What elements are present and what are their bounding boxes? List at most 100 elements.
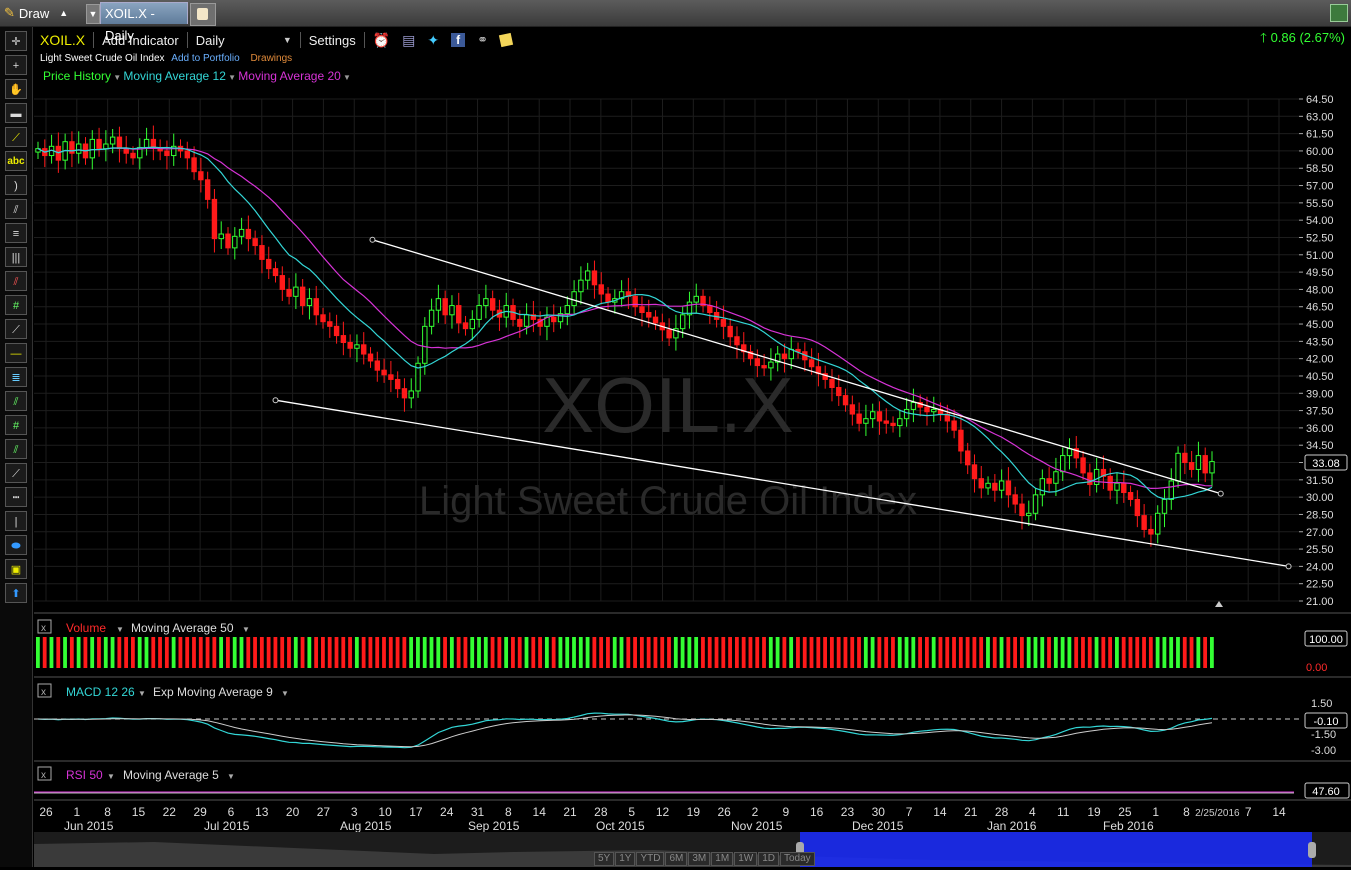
macd-title[interactable]: MACD 12 26: [66, 685, 135, 699]
candle: [903, 408, 910, 420]
compare-icon[interactable]: ▤: [402, 32, 415, 49]
volume-bar: [76, 637, 81, 668]
layout-grid-icon[interactable]: [1330, 4, 1348, 22]
volume-overlay-title[interactable]: Moving Average 50: [131, 621, 234, 635]
eraser-icon[interactable]: ▬: [5, 103, 27, 123]
fan-lines-icon[interactable]: ⟋: [5, 463, 27, 483]
new-tab-button[interactable]: [190, 3, 216, 26]
volume-bar: [158, 637, 162, 668]
volume-bar: [1203, 637, 1208, 668]
volume-bar: [524, 637, 529, 668]
trendline-handle[interactable]: [1285, 563, 1292, 570]
x-month-label: Feb 2016: [1103, 819, 1154, 832]
volume-title[interactable]: Volume: [66, 621, 106, 635]
fibonacci-icon[interactable]: ⫽: [5, 271, 27, 291]
twitter-icon[interactable]: ✦: [427, 32, 439, 49]
volume-bar: [185, 637, 190, 668]
close-icon: x: [41, 623, 46, 634]
range-button-today[interactable]: Today: [779, 852, 815, 866]
andrews-pitchfork-icon[interactable]: ⫽: [5, 391, 27, 411]
range-button-6m[interactable]: 6M: [665, 852, 688, 866]
hand-icon[interactable]: ✋: [5, 79, 27, 99]
symbol-field[interactable]: XOIL.X: [40, 32, 85, 48]
tab-list-dropdown[interactable]: ▼: [86, 4, 100, 24]
range-button-ytd[interactable]: YTD: [636, 852, 665, 866]
range-button-5y[interactable]: 5Y: [594, 852, 615, 866]
draw-menu-button[interactable]: ✎ Draw ▲: [4, 4, 68, 22]
x-tick-label: 1: [73, 805, 80, 819]
candle: [164, 150, 170, 157]
rectangle-icon[interactable]: ▣: [5, 559, 27, 579]
range-button-1w[interactable]: 1W: [734, 852, 758, 866]
pitchfork-icon[interactable]: #: [5, 415, 27, 435]
price-tick-label: 58.50: [1306, 163, 1334, 175]
chart-canvas[interactable]: XOIL.X Light Sweet Crude Oil Index 64.50…: [34, 52, 1351, 832]
fan-icon[interactable]: ⫽: [5, 199, 27, 219]
volume-axis-top: 100.00: [1309, 634, 1343, 646]
x-month-label: Jun 2015: [64, 819, 114, 832]
candle: [116, 136, 123, 150]
candle: [958, 429, 964, 452]
candle: [564, 305, 571, 315]
price-tick-label: 30.00: [1306, 492, 1334, 504]
trendline-handle[interactable]: [272, 397, 279, 404]
vertical-line-icon[interactable]: |: [5, 511, 27, 531]
macd-overlay-title[interactable]: Exp Moving Average 9: [153, 685, 273, 699]
ellipse-icon[interactable]: ⬬: [5, 535, 27, 555]
trendline-handle[interactable]: [1217, 490, 1224, 497]
volume-bar: [986, 637, 990, 668]
candle: [333, 325, 340, 337]
alarm-icon[interactable]: ⏰: [373, 32, 390, 49]
binoculars-icon[interactable]: ⚭: [477, 32, 488, 48]
navigator-selection[interactable]: [800, 832, 1312, 867]
channel-icon[interactable]: #: [5, 295, 27, 315]
volume-bar: [829, 637, 834, 668]
horizontal-lines-icon[interactable]: ≡: [5, 223, 27, 243]
x-tick-label: 27: [317, 805, 331, 819]
volume-bar: [551, 637, 556, 668]
arc-icon[interactable]: ): [5, 175, 27, 195]
volume-bar: [456, 637, 461, 668]
speed-lines-icon[interactable]: ≣: [5, 367, 27, 387]
volume-bar: [701, 637, 705, 668]
scroll-right-marker[interactable]: [1215, 601, 1223, 607]
range-button-3m[interactable]: 3M: [688, 852, 711, 866]
facebook-icon[interactable]: f: [451, 33, 466, 47]
tab-xoil-daily[interactable]: XOIL.X - Daily: [100, 2, 188, 43]
add-indicator-button[interactable]: Add Indicator: [102, 33, 179, 48]
horizontal-line-icon[interactable]: —: [5, 343, 27, 363]
volume-bar: [877, 637, 882, 668]
candle: [978, 478, 984, 489]
volume-bar: [1148, 637, 1153, 668]
gann-fan-icon[interactable]: ⟋: [5, 319, 27, 339]
settings-button[interactable]: Settings: [309, 33, 356, 48]
range-button-1d[interactable]: 1D: [758, 852, 779, 866]
dashed-lines-icon[interactable]: ┅: [5, 487, 27, 507]
cursor-cross-icon[interactable]: +: [5, 55, 27, 75]
rsi-title[interactable]: RSI 50: [66, 768, 103, 782]
trendline-icon[interactable]: ⟋: [5, 127, 27, 147]
interval-select[interactable]: Daily ▼: [196, 33, 292, 48]
range-button-1y[interactable]: 1Y: [615, 852, 636, 866]
arrow-up-icon[interactable]: ⬆: [5, 583, 27, 603]
note-icon[interactable]: [498, 32, 514, 48]
candle: [1087, 472, 1093, 485]
trendline[interactable]: [372, 239, 1221, 495]
rsi-overlay-title[interactable]: Moving Average 5: [123, 768, 219, 782]
volume-bar: [897, 637, 902, 668]
candle: [517, 318, 523, 327]
vertical-lines-icon[interactable]: |||: [5, 247, 27, 267]
text-tool-icon[interactable]: abc: [5, 151, 27, 171]
trendline-handle[interactable]: [369, 236, 376, 243]
navigator-right-handle[interactable]: [1308, 842, 1316, 858]
crosshair-icon[interactable]: ✛: [5, 31, 27, 51]
volume-bar: [924, 637, 929, 668]
volume-bar: [429, 637, 434, 668]
x-month-label: Aug 2015: [340, 819, 392, 832]
price-tick-label: 54.00: [1306, 215, 1334, 227]
time-navigator[interactable]: 5Y 1Y YTD 6M 3M 1M 1W 1D Today: [34, 832, 1351, 867]
volume-bar: [931, 637, 936, 668]
regression-icon[interactable]: ⫽: [5, 439, 27, 459]
range-button-1m[interactable]: 1M: [711, 852, 734, 866]
candle: [693, 295, 699, 303]
